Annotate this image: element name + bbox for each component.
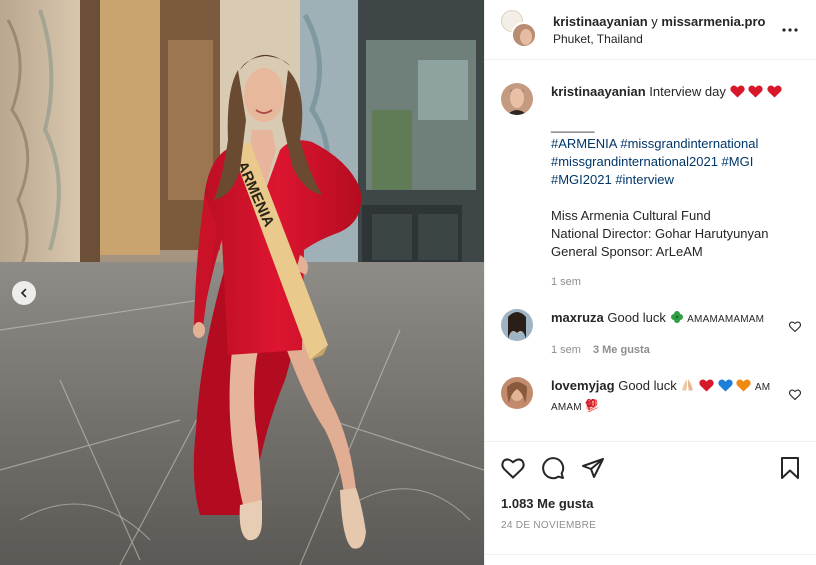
add-comment-area[interactable]: [485, 554, 816, 565]
post-header: kristinaayanian y missarmenia.pro Phuket…: [485, 0, 816, 60]
bookmark-icon: [781, 457, 799, 479]
comment-likes[interactable]: 3 Me gusta: [593, 341, 650, 359]
photo-illustration: ARMENIA: [0, 0, 484, 565]
caption-meta: 1 sem: [551, 273, 801, 291]
comment-suffix: AMAMAMAMAM: [687, 314, 765, 325]
comment-username[interactable]: lovemyjag: [551, 378, 615, 393]
caption-info-2: National Director: Gohar Harutyunyan: [551, 226, 769, 241]
hashtag-line-2[interactable]: #missgrandinternational2021 #MGI: [551, 153, 801, 171]
red-heart-icon: [699, 379, 714, 397]
pray-icon: [680, 378, 695, 397]
comment-suffix-2: AMAM: [551, 402, 582, 413]
comment-item: maxruza Good luck AMAMAMAMAM 1 sem 3 Me …: [501, 309, 801, 359]
comment-suffix-1: AM: [754, 382, 771, 393]
header-joiner: y: [651, 13, 658, 29]
avatar[interactable]: [501, 377, 533, 409]
share-icon: [582, 458, 604, 478]
header-location[interactable]: Phuket, Thailand: [553, 32, 778, 46]
comments-list[interactable]: kristinaayanian Interview day ______ #AR…: [485, 61, 816, 441]
comment-meta: 1 sem 3 Me gusta: [551, 341, 777, 359]
caption-separator: ______: [551, 118, 595, 133]
more-options-icon: [782, 27, 798, 32]
header-username-2[interactable]: missarmenia.pro: [661, 14, 765, 29]
comment-button[interactable]: [541, 456, 565, 480]
red-heart-icon: [729, 85, 745, 103]
comment-body: lovemyjag Good luck AM AMAM 💯: [551, 377, 801, 417]
header-username-1[interactable]: kristinaayanian: [553, 14, 648, 29]
header-usernames: kristinaayanian y missarmenia.pro: [553, 14, 778, 29]
comment-username[interactable]: maxruza: [551, 310, 604, 325]
avatar-kristinaayanian: [511, 21, 537, 48]
avatar[interactable]: [501, 309, 533, 341]
caption: kristinaayanian Interview day ______ #AR…: [501, 83, 801, 291]
caption-text: Interview day: [649, 84, 726, 99]
comment-like-heart-icon[interactable]: [789, 387, 801, 405]
caption-time[interactable]: 1 sem: [551, 273, 581, 291]
like-button[interactable]: [501, 457, 525, 479]
caption-username[interactable]: kristinaayanian: [551, 84, 646, 99]
caption-info-1: Miss Armenia Cultural Fund: [551, 208, 711, 223]
orange-heart-icon: [736, 379, 751, 397]
comment-like-heart-icon[interactable]: [789, 319, 801, 337]
comment-body: maxruza Good luck AMAMAMAMAM 1 sem 3 Me …: [551, 309, 801, 359]
comment-text: Good luck: [607, 310, 666, 325]
comment-item: lovemyjag Good luck AM AMAM 💯: [501, 377, 801, 417]
caption-info-3: General Sponsor: ArLeAM: [551, 244, 703, 259]
post-actions-section: 1.083 Me gusta 24 DE NOVIEMBRE: [485, 441, 816, 531]
comment-icon: [542, 457, 565, 480]
caption-body: kristinaayanian Interview day ______ #AR…: [551, 83, 801, 291]
save-button[interactable]: [779, 456, 801, 480]
clover-icon: [670, 310, 684, 329]
red-heart-icon: [767, 85, 782, 103]
collab-avatars[interactable]: [501, 9, 541, 50]
hundred-points-icon: 💯: [584, 399, 600, 417]
comment-text: Good luck: [618, 378, 677, 393]
post-likes-count[interactable]: 1.083 Me gusta: [501, 496, 801, 511]
blue-heart-icon: [717, 379, 733, 397]
post-photo[interactable]: ARMENIA: [0, 0, 484, 565]
comment-time[interactable]: 1 sem: [551, 341, 581, 359]
share-button[interactable]: [581, 457, 605, 479]
previous-photo-button[interactable]: [12, 281, 36, 305]
more-options-button[interactable]: [778, 18, 802, 42]
hashtag-line-3[interactable]: #MGI2021 #interview: [551, 171, 801, 189]
header-text: kristinaayanian y missarmenia.pro Phuket…: [553, 14, 778, 46]
hashtag-line-1[interactable]: #ARMENIA #missgrandinternational: [551, 135, 801, 153]
action-bar: [501, 454, 801, 482]
post-date[interactable]: 24 DE NOVIEMBRE: [501, 520, 801, 531]
heart-icon: [501, 458, 525, 479]
avatar[interactable]: [501, 83, 533, 115]
chevron-left-icon: [20, 288, 27, 298]
post-side-panel: kristinaayanian y missarmenia.pro Phuket…: [484, 0, 816, 565]
red-heart-icon: [748, 85, 763, 103]
